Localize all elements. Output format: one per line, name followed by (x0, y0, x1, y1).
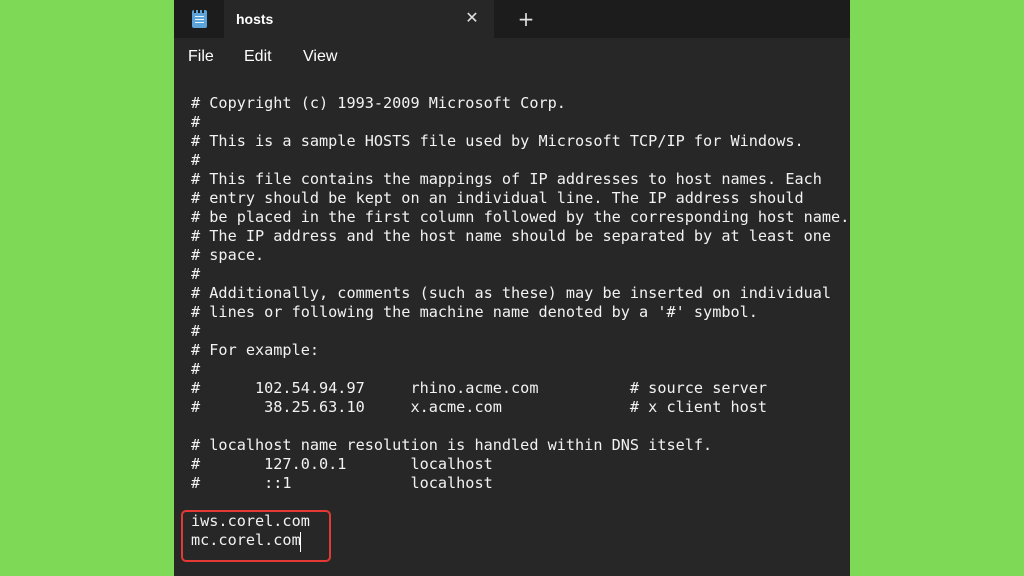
editor-line: # (191, 265, 201, 283)
editor-line: # Additionally, comments (such as these)… (191, 284, 832, 302)
editor-line: # be placed in the first column followed… (191, 208, 850, 226)
editor-line: # (191, 322, 201, 340)
editor-line: # ::1 localhost (191, 474, 493, 492)
editor-line: # entry should be kept on an individual … (191, 189, 804, 207)
close-tab-icon[interactable]: ✕ (462, 8, 482, 28)
text-editor[interactable]: # Copyright (c) 1993-2009 Microsoft Corp… (174, 74, 850, 576)
title-bar[interactable]: hosts ✕ + (174, 0, 850, 38)
editor-line: # This is a sample HOSTS file used by Mi… (191, 132, 804, 150)
menu-edit[interactable]: Edit (244, 48, 272, 66)
editor-line: # space. (191, 246, 265, 264)
editor-line: # lines or following the machine name de… (191, 303, 758, 321)
text-cursor (300, 532, 301, 552)
editor-line: # 38.25.63.10 x.acme.com # x client host (191, 398, 768, 416)
new-tab-icon[interactable]: + (514, 8, 538, 32)
editor-line: # The IP address and the host name shoul… (191, 227, 832, 245)
tab-title: hosts (236, 11, 274, 27)
editor-line: # (191, 360, 201, 378)
editor-line: # (191, 151, 201, 169)
notepad-window: hosts ✕ + File Edit View # Copyright (c)… (174, 0, 850, 576)
menu-view[interactable]: View (303, 48, 337, 66)
menu-file[interactable]: File (188, 48, 214, 66)
editor-line: # Copyright (c) 1993-2009 Microsoft Corp… (191, 94, 566, 112)
editor-line: # localhost name resolution is handled w… (191, 436, 713, 454)
red-highlight-box (181, 510, 331, 562)
notepad-icon (192, 10, 207, 28)
editor-line: # (191, 113, 201, 131)
menu-bar: File Edit View (174, 38, 850, 74)
editor-line: # This file contains the mappings of IP … (191, 170, 822, 188)
editor-line: # 127.0.0.1 localhost (191, 455, 493, 473)
editor-line: # 102.54.94.97 rhino.acme.com # source s… (191, 379, 768, 397)
editor-line: # For example: (191, 341, 320, 359)
tab-hosts[interactable]: hosts ✕ (224, 0, 494, 38)
